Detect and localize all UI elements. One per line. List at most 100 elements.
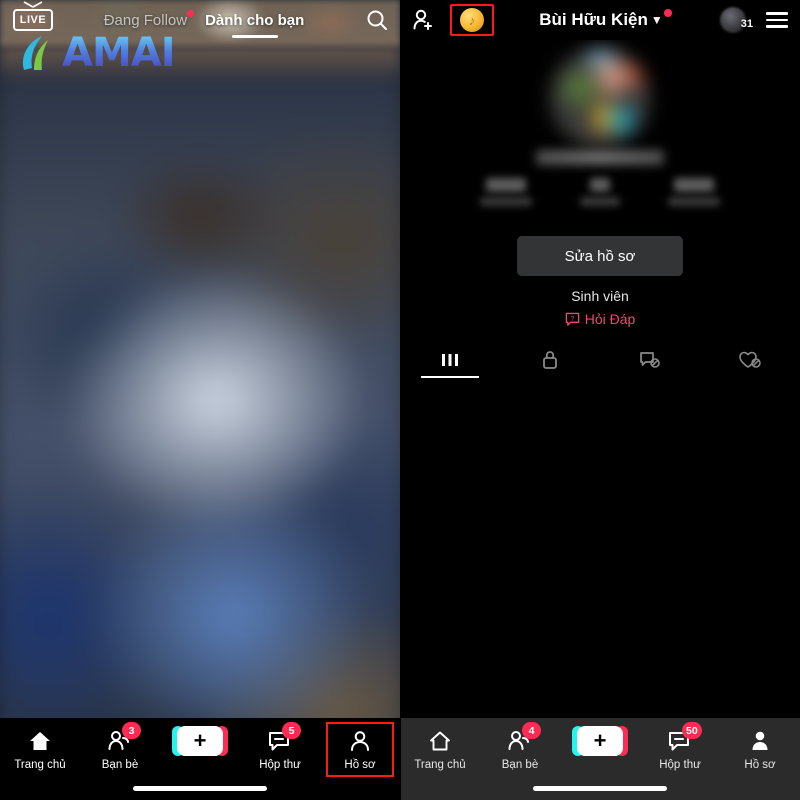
menu-line-1 bbox=[766, 12, 788, 15]
tab-dang-follow-dot bbox=[187, 9, 195, 17]
antenna-icon bbox=[23, 1, 43, 8]
nav-item-profile-right[interactable]: Hồ sơ bbox=[720, 728, 800, 771]
home-icon bbox=[430, 731, 450, 751]
home-indicator-right bbox=[533, 786, 667, 791]
profile-name-button[interactable]: Bùi Hữu Kiện ▼ bbox=[498, 9, 712, 30]
nav-label-inbox-right: Hộp thư bbox=[659, 759, 701, 771]
profile-summary-blurred bbox=[400, 40, 800, 230]
profile-icon-wrap bbox=[348, 728, 372, 754]
nav-item-friends-left[interactable]: 3 Bạn bè bbox=[80, 722, 160, 771]
home-icon-wrap bbox=[28, 728, 52, 754]
home-icon bbox=[30, 732, 50, 750]
question-bubble-icon: ? bbox=[565, 312, 579, 326]
profile-icon bbox=[351, 731, 369, 751]
menu-line-3 bbox=[766, 25, 788, 28]
hamburger-menu-icon[interactable] bbox=[754, 12, 800, 28]
home-indicator-left bbox=[133, 786, 267, 791]
nav-item-inbox-left[interactable]: 5 Hộp thư bbox=[240, 722, 320, 771]
feed-top-bar: LIVE Đang Follow Dành cho bạn bbox=[0, 0, 400, 40]
stat-following-value bbox=[486, 178, 526, 192]
coin-highlight-box bbox=[450, 4, 494, 36]
qa-link[interactable]: ? Hỏi Đáp bbox=[400, 311, 800, 327]
tab-danh-cho-ban[interactable]: Dành cho bạn bbox=[205, 11, 305, 38]
menu-line-2 bbox=[766, 18, 788, 22]
panel-divider bbox=[400, 0, 401, 800]
stat-likes-label bbox=[668, 197, 720, 206]
nav-item-friends-right[interactable]: 4 Bạn bè bbox=[480, 722, 560, 771]
coin-button[interactable]: ♪ bbox=[446, 2, 498, 38]
stat-following-label bbox=[480, 197, 532, 206]
avatar-count: 31 bbox=[740, 18, 753, 30]
feed-video-background bbox=[0, 0, 400, 800]
tab-dang-follow-label: Đang Follow bbox=[103, 11, 188, 29]
profile-display-name: Bùi Hữu Kiện bbox=[539, 10, 648, 29]
chevron-down-icon: ▼ bbox=[650, 13, 663, 27]
header-avatar-button[interactable]: 31 bbox=[712, 7, 754, 33]
stat-followers-value bbox=[590, 178, 610, 192]
friends-icon-wrap: 3 bbox=[107, 722, 141, 754]
plus-button-wrap-left: + bbox=[172, 726, 228, 756]
home-icon-wrap-right bbox=[428, 728, 452, 754]
profile-name-notification-dot bbox=[663, 9, 672, 17]
nav-label-profile-right: Hồ sơ bbox=[744, 759, 776, 771]
lock-icon bbox=[543, 351, 557, 369]
heart-hidden-icon bbox=[739, 351, 761, 368]
nav-item-home-right[interactable]: Trang chủ bbox=[400, 728, 480, 771]
nav-label-inbox-left: Hộp thư bbox=[259, 759, 301, 771]
profile-bio: Sinh viên bbox=[571, 288, 629, 304]
badge-friends-left: 3 bbox=[122, 722, 141, 739]
nav-item-create-right[interactable]: + bbox=[560, 726, 640, 759]
tab-reposts[interactable] bbox=[600, 343, 700, 377]
plus-button-wrap-right: + bbox=[572, 726, 628, 756]
profile-avatar-blurred[interactable] bbox=[550, 48, 650, 148]
friends-icon-wrap-right: 4 bbox=[507, 722, 541, 754]
stat-likes-value bbox=[674, 178, 714, 192]
nav-item-inbox-right[interactable]: 50 Hộp thư bbox=[640, 722, 720, 771]
plus-icon[interactable]: + bbox=[172, 726, 228, 756]
profile-header: ♪ Bùi Hữu Kiện ▼ 31 bbox=[400, 0, 800, 40]
tab-private[interactable] bbox=[500, 343, 600, 377]
nav-label-home-right: Trang chủ bbox=[414, 759, 466, 771]
person-add-icon bbox=[413, 9, 432, 30]
left-phone-panel: LIVE Đang Follow Dành cho bạn AMAI Trang… bbox=[0, 0, 400, 800]
nav-label-friends-left: Bạn bè bbox=[101, 759, 139, 771]
tab-danh-cho-ban-label: Dành cho bạn bbox=[205, 11, 305, 29]
inbox-icon-wrap: 5 bbox=[267, 722, 301, 754]
edit-profile-button[interactable]: Sửa hồ sơ bbox=[517, 236, 683, 276]
plus-icon[interactable]: + bbox=[572, 726, 628, 756]
repost-hidden-icon bbox=[640, 352, 660, 368]
profile-icon-wrap-right bbox=[748, 728, 772, 754]
profile-username-blurred bbox=[536, 150, 664, 165]
search-button[interactable] bbox=[354, 8, 400, 32]
nav-item-profile-left[interactable]: Hồ sơ bbox=[320, 722, 400, 777]
nav-label-home-left: Trang chủ bbox=[14, 759, 66, 771]
profile-icon bbox=[752, 731, 768, 750]
stat-followers-blurred[interactable] bbox=[580, 178, 620, 206]
tab-grid[interactable] bbox=[400, 343, 500, 378]
profile-content-tabs bbox=[400, 343, 800, 378]
stat-likes-blurred[interactable] bbox=[668, 178, 720, 206]
inbox-icon-wrap-right: 50 bbox=[667, 722, 702, 754]
nav-item-home-left[interactable]: Trang chủ bbox=[0, 728, 80, 771]
badge-friends-right: 4 bbox=[522, 722, 541, 739]
profile-stats-blurred bbox=[480, 178, 720, 206]
badge-inbox-right: 50 bbox=[682, 722, 702, 739]
profile-video-grid-blurred bbox=[400, 377, 800, 690]
live-badge[interactable]: LIVE bbox=[12, 1, 54, 33]
nav-item-create-left[interactable]: + bbox=[160, 726, 240, 759]
search-icon bbox=[367, 10, 387, 30]
right-phone-panel: ♪ Bùi Hữu Kiện ▼ 31 Sửa hồ sơ Sinh viên … bbox=[400, 0, 800, 800]
profile-video-grid[interactable] bbox=[400, 377, 800, 690]
stat-following-blurred[interactable] bbox=[480, 178, 532, 206]
grid-icon bbox=[442, 354, 458, 366]
tab-active-underline bbox=[231, 34, 278, 38]
tab-liked[interactable] bbox=[700, 343, 800, 377]
add-friend-button[interactable] bbox=[400, 8, 446, 32]
tab-dang-follow[interactable]: Đang Follow bbox=[103, 9, 195, 29]
live-label: LIVE bbox=[13, 9, 53, 31]
svg-text:?: ? bbox=[570, 315, 574, 322]
feed-tabs: Đang Follow Dành cho bạn bbox=[54, 9, 354, 38]
nav-label-friends-right: Bạn bè bbox=[501, 759, 539, 771]
dual-phone-screenshot: LIVE Đang Follow Dành cho bạn AMAI Trang… bbox=[0, 0, 800, 800]
badge-inbox-left: 5 bbox=[282, 722, 301, 739]
